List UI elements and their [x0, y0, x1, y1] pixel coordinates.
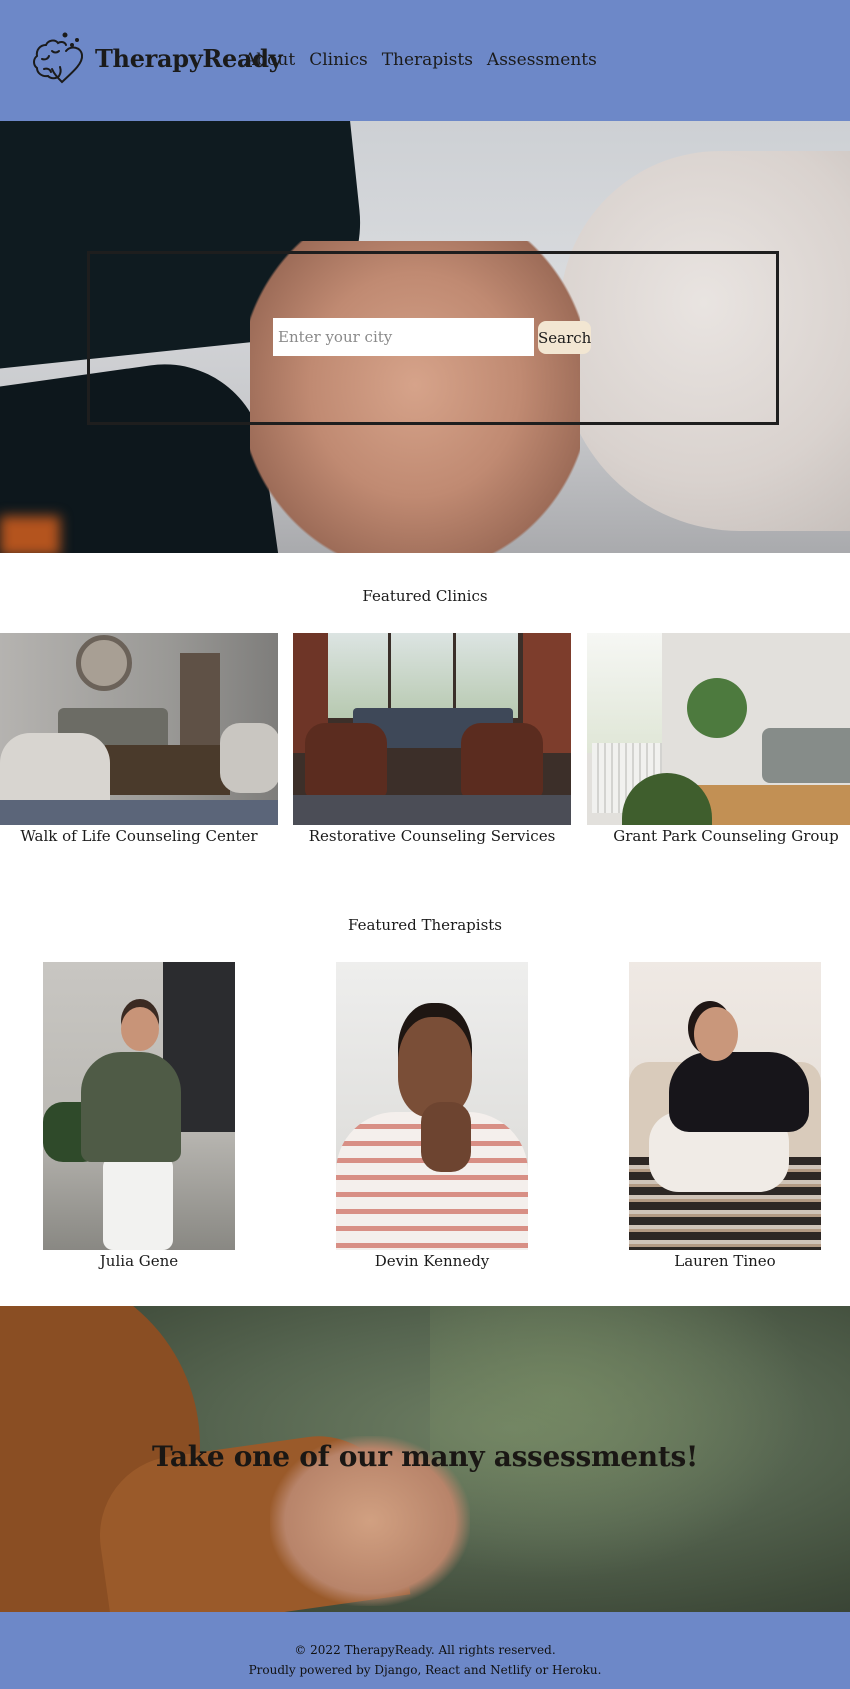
clinic-name[interactable]: Grant Park Counseling Group	[587, 827, 850, 845]
therapist-photo[interactable]	[629, 962, 821, 1250]
therapist-name[interactable]: Lauren Tineo	[629, 1252, 821, 1270]
nav-clinics[interactable]: Clinics	[309, 50, 368, 70]
therapist-photo[interactable]	[43, 962, 235, 1250]
featured-therapists-title: Featured Therapists	[348, 916, 502, 934]
nav-assessments[interactable]: Assessments	[487, 50, 597, 70]
therapist-photo[interactable]	[336, 962, 528, 1250]
therapist-name[interactable]: Devin Kennedy	[336, 1252, 528, 1270]
clinic-image[interactable]	[0, 633, 278, 825]
assessments-banner[interactable]: Take one of our many assessments!	[0, 1306, 850, 1612]
brain-heart-icon[interactable]	[32, 31, 90, 89]
hero-image-part	[0, 516, 60, 553]
clinic-name[interactable]: Restorative Counseling Services	[293, 827, 571, 845]
clinic-name[interactable]: Walk of Life Counseling Center	[0, 827, 278, 845]
clinic-image[interactable]	[587, 633, 850, 825]
copyright-text: © 2022 TherapyReady. All rights reserved…	[294, 1643, 556, 1657]
hero-section: Search	[0, 121, 850, 553]
search-button[interactable]: Search	[538, 321, 591, 354]
main-nav: About Clinics Therapists Assessments	[244, 50, 597, 70]
site-header: TherapyReady About Clinics Therapists As…	[0, 0, 850, 121]
nav-about[interactable]: About	[244, 50, 295, 70]
city-search-input[interactable]	[273, 318, 534, 356]
nav-therapists[interactable]: Therapists	[382, 50, 473, 70]
therapist-name[interactable]: Julia Gene	[43, 1252, 235, 1270]
site-footer: © 2022 TherapyReady. All rights reserved…	[0, 1612, 850, 1689]
powered-by-text: Proudly powered by Django, React and Net…	[248, 1663, 602, 1677]
featured-clinics-title: Featured Clinics	[362, 587, 488, 605]
clinic-image[interactable]	[293, 633, 571, 825]
clock-icon	[76, 635, 132, 691]
assessments-cta[interactable]: Take one of our many assessments!	[0, 1440, 850, 1473]
